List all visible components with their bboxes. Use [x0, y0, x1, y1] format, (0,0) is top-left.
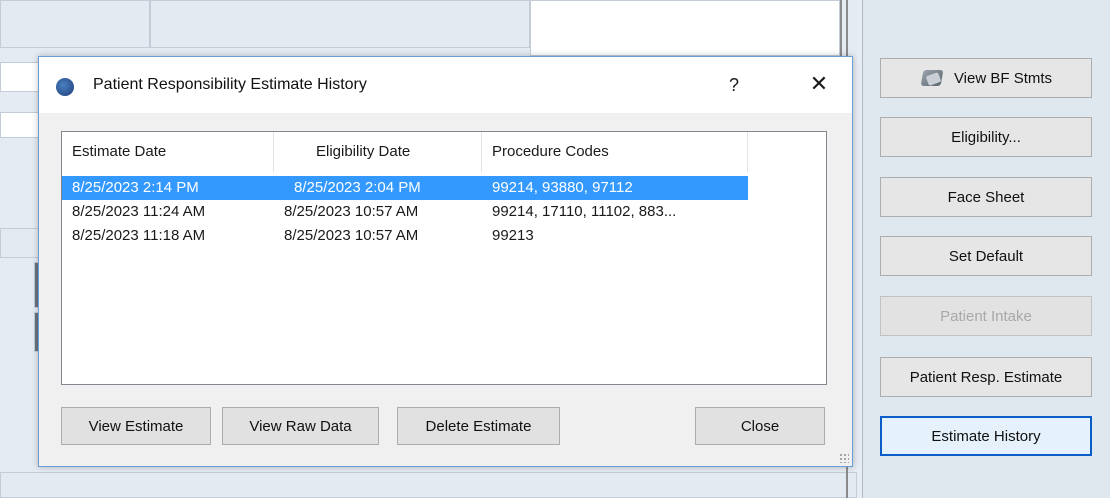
delete-estimate-button[interactable]: Delete Estimate	[397, 407, 560, 445]
view-estimate-button[interactable]: View Estimate	[61, 407, 211, 445]
bg-field	[0, 0, 150, 48]
view-bf-stmts-button[interactable]: View BF Stmts	[880, 58, 1092, 98]
column-eligibility-date[interactable]: Eligibility Date	[274, 132, 482, 172]
estimate-date-cell: 8/25/2023 11:24 AM	[72, 203, 206, 220]
eligibility-label: Eligibility...	[951, 128, 1021, 146]
view-bf-stmts-label: View BF Stmts	[953, 69, 1053, 87]
statement-icon	[920, 66, 946, 90]
table-row[interactable]: 8/25/2023 11:18 AM 8/25/2023 10:57 AM 99…	[62, 224, 748, 248]
eligibility-date-cell: 8/25/2023 10:57 AM	[284, 203, 419, 220]
bg-field	[0, 228, 40, 258]
list-header: Estimate Date Eligibility Date Procedure…	[62, 132, 826, 172]
close-icon[interactable]: ✕	[804, 69, 834, 99]
dialog-title: Patient Responsibility Estimate History	[93, 76, 367, 93]
close-button[interactable]: Close	[695, 407, 825, 445]
table-row[interactable]: 8/25/2023 2:14 PM 8/25/2023 2:04 PM 9921…	[62, 176, 748, 200]
estimate-date-cell: 8/25/2023 2:14 PM	[72, 179, 199, 196]
bg-input[interactable]	[0, 112, 40, 138]
estimate-list[interactable]: Estimate Date Eligibility Date Procedure…	[61, 131, 827, 385]
procedure-codes-cell: 99214, 17110, 11102, 883...	[492, 203, 677, 220]
dialog-titlebar[interactable]: Patient Responsibility Estimate History …	[39, 57, 852, 113]
column-procedure-codes[interactable]: Procedure Codes	[482, 132, 748, 172]
estimate-date-cell: 8/25/2023 11:18 AM	[72, 227, 206, 244]
bg-input[interactable]	[0, 62, 40, 92]
bg-divider	[840, 0, 842, 56]
patient-intake-label: Patient Intake	[940, 307, 1032, 325]
set-default-label: Set Default	[948, 247, 1024, 265]
procedure-codes-cell: 99214, 93880, 97112	[492, 179, 633, 196]
face-sheet-label: Face Sheet	[947, 188, 1025, 206]
procedure-codes-cell: 99213	[492, 227, 534, 244]
eligibility-date-cell: 8/25/2023 10:57 AM	[284, 227, 419, 244]
bg-field	[150, 0, 530, 48]
column-estimate-date[interactable]: Estimate Date	[62, 132, 274, 172]
face-sheet-button[interactable]: Face Sheet	[880, 177, 1092, 217]
eligibility-date-cell: 8/25/2023 2:04 PM	[294, 179, 421, 196]
bg-status	[0, 472, 857, 498]
estimate-history-label: Estimate History	[931, 427, 1041, 445]
bg-field	[530, 0, 840, 56]
resize-grip[interactable]	[839, 453, 849, 463]
patient-resp-estimate-label: Patient Resp. Estimate	[909, 368, 1063, 386]
patient-resp-estimate-button[interactable]: Patient Resp. Estimate	[880, 357, 1092, 397]
set-default-button[interactable]: Set Default	[880, 236, 1092, 276]
help-button[interactable]: ?	[720, 71, 748, 99]
eligibility-button[interactable]: Eligibility...	[880, 117, 1092, 157]
estimate-history-button[interactable]: Estimate History	[880, 416, 1092, 456]
estimate-history-dialog: Patient Responsibility Estimate History …	[38, 56, 853, 467]
table-row[interactable]: 8/25/2023 11:24 AM 8/25/2023 10:57 AM 99…	[62, 200, 748, 224]
app-globe-icon	[56, 78, 74, 96]
view-raw-data-button[interactable]: View Raw Data	[222, 407, 379, 445]
patient-intake-button: Patient Intake	[880, 296, 1092, 336]
